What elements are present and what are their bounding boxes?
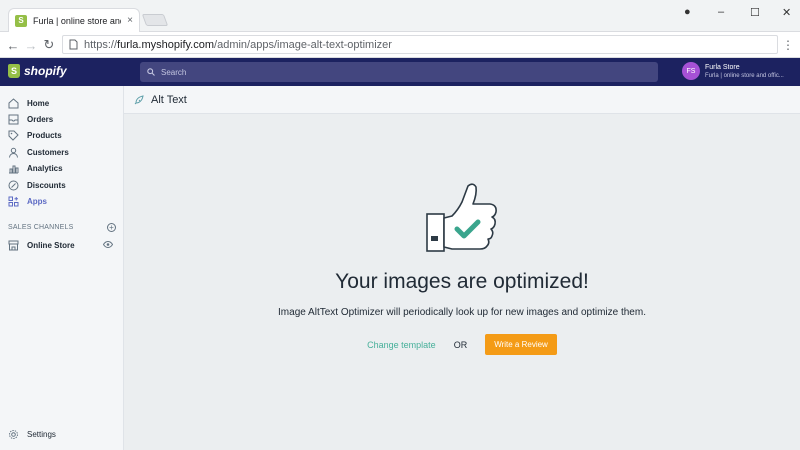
sidebar-item-label: Customers: [27, 147, 69, 157]
sidebar: Home Orders Products Customers Analytics…: [0, 86, 124, 450]
add-channel-icon[interactable]: +: [107, 223, 116, 232]
action-row: Change template OR Write a Review: [124, 334, 800, 355]
page-title: Alt Text: [151, 93, 187, 106]
tag-icon: [8, 130, 19, 141]
tab-title: Furla | online store and o: [33, 15, 121, 26]
url-host: furla.myshopify.com: [117, 38, 215, 51]
apps-icon: [8, 196, 19, 206]
close-window-icon[interactable]: ✕: [782, 6, 791, 19]
sidebar-item-label: Home: [27, 98, 50, 108]
shopify-favicon-icon: S: [15, 14, 27, 27]
avatar: FS: [682, 62, 700, 80]
tab-close-icon[interactable]: ×: [127, 15, 133, 26]
sidebar-item-analytics[interactable]: Analytics: [8, 161, 63, 175]
page-info-icon[interactable]: [69, 39, 78, 50]
sidebar-item-label: Apps: [27, 196, 47, 206]
shopify-top-bar: S shopify Search FS Furla Store Furla | …: [0, 58, 800, 86]
or-separator: OR: [453, 339, 468, 350]
browser-tab-bar: S Furla | online store and o × ● – ☐ ✕: [0, 0, 800, 32]
discount-icon: [8, 180, 19, 190]
shopify-bag-icon: S: [8, 64, 20, 78]
search-placeholder: Search: [161, 67, 187, 77]
browser-tab[interactable]: S Furla | online store and o ×: [8, 8, 140, 32]
reload-icon[interactable]: ↻: [40, 36, 58, 54]
success-description: Image AltText Optimizer will periodicall…: [278, 307, 646, 318]
sidebar-item-label: Settings: [27, 429, 56, 439]
account-icon[interactable]: ●: [684, 6, 691, 18]
store-subtitle: Furla | online store and offic...: [705, 72, 784, 79]
main-content: Alt Text Your images are optimized! Imag…: [124, 86, 800, 450]
search-input[interactable]: Search: [140, 62, 658, 82]
sidebar-item-settings[interactable]: Settings: [8, 427, 56, 441]
new-tab-button[interactable]: [141, 14, 169, 26]
success-headline: Your images are optimized!: [335, 270, 589, 293]
write-review-button[interactable]: Write a Review: [485, 334, 557, 355]
change-template-link[interactable]: Change template: [367, 340, 436, 350]
page-header: Alt Text: [124, 86, 800, 114]
sidebar-item-orders[interactable]: Orders: [8, 112, 53, 126]
sidebar-item-label: Online Store: [27, 240, 75, 250]
sidebar-item-label: Analytics: [27, 163, 63, 173]
maximize-icon[interactable]: ☐: [750, 6, 760, 19]
sidebar-item-discounts[interactable]: Discounts: [8, 178, 66, 192]
sidebar-item-label: Discounts: [27, 180, 66, 190]
forward-icon[interactable]: →: [22, 36, 40, 54]
url-path: /admin/apps/image-alt-text-optimizer: [214, 38, 392, 51]
person-icon: [9, 147, 18, 158]
search-icon: [147, 68, 155, 76]
section-label: SALES CHANNELS: [8, 224, 74, 231]
rocket-icon: [134, 94, 144, 104]
store-name: Furla Store: [705, 63, 740, 71]
sidebar-item-online-store[interactable]: Online Store: [8, 238, 75, 252]
url-scheme: https://: [84, 38, 118, 51]
browser-menu-icon[interactable]: ⋮: [782, 38, 794, 52]
store-menu[interactable]: FS Furla Store Furla | online store and …: [682, 62, 784, 80]
back-icon[interactable]: ←: [4, 36, 22, 54]
address-bar: ← → ↻ https://furla.myshopify.com/admin/…: [0, 32, 800, 58]
sidebar-item-apps[interactable]: Apps: [8, 194, 47, 208]
sidebar-item-customers[interactable]: Customers: [8, 145, 69, 159]
url-input[interactable]: https://furla.myshopify.com/admin/apps/i…: [62, 35, 778, 54]
shopify-logo[interactable]: S shopify: [8, 64, 67, 78]
thumbs-up-check-icon: [426, 183, 497, 252]
shopify-wordmark: shopify: [24, 64, 67, 78]
minimize-icon[interactable]: –: [718, 6, 724, 18]
eye-icon[interactable]: [103, 241, 113, 248]
gear-icon: [9, 429, 18, 439]
orders-icon: [8, 114, 19, 124]
store-icon: [8, 240, 19, 250]
sidebar-item-label: Orders: [27, 114, 54, 124]
sales-channels-header: SALES CHANNELS +: [8, 223, 116, 232]
chart-icon: [9, 165, 19, 173]
sidebar-item-products[interactable]: Products: [8, 128, 62, 142]
sidebar-item-label: Products: [27, 130, 62, 140]
home-icon: [8, 97, 19, 108]
sidebar-item-home[interactable]: Home: [8, 96, 49, 110]
